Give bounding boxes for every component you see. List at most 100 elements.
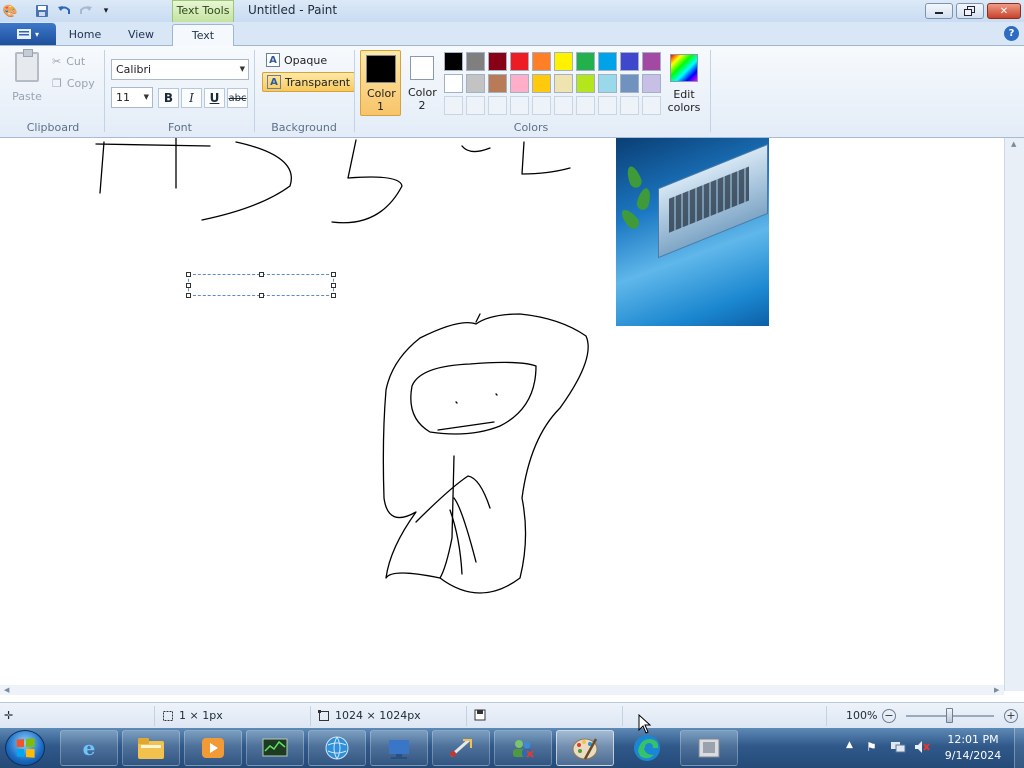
resize-handle[interactable] xyxy=(259,293,264,298)
media-player-taskbar-button[interactable] xyxy=(184,730,242,766)
start-button[interactable] xyxy=(5,730,45,766)
tab-view[interactable]: View xyxy=(116,24,166,46)
palette-swatch[interactable] xyxy=(598,52,617,71)
palette-swatch[interactable] xyxy=(532,52,551,71)
horizontal-scrollbar[interactable]: ◀ ▶ xyxy=(0,685,1004,695)
palette-swatch[interactable] xyxy=(620,96,639,115)
paint-taskbar-button[interactable] xyxy=(556,730,614,766)
palette-swatch[interactable] xyxy=(466,96,485,115)
action-center-flag-icon[interactable]: ⚑ xyxy=(866,740,877,754)
palette-swatch[interactable] xyxy=(598,96,617,115)
palette-swatch[interactable] xyxy=(466,52,485,71)
resize-handle[interactable] xyxy=(331,293,336,298)
undo-icon[interactable] xyxy=(56,3,72,19)
palette-swatch[interactable] xyxy=(532,74,551,93)
resize-handle[interactable] xyxy=(186,272,191,277)
laptop-photo[interactable] xyxy=(616,138,769,326)
underline-button[interactable]: U xyxy=(204,88,225,108)
snipping-tool-icon xyxy=(450,738,472,758)
palette-swatch[interactable] xyxy=(642,52,661,71)
palette-swatch[interactable] xyxy=(510,52,529,71)
app-window-taskbar-button[interactable] xyxy=(680,730,738,766)
customize-qat-icon[interactable]: ▾ xyxy=(98,3,114,19)
paste-button[interactable]: Paste xyxy=(8,49,46,104)
palette-swatch[interactable] xyxy=(554,74,573,93)
internet-explorer-taskbar-button[interactable]: e xyxy=(60,730,118,766)
status-divider xyxy=(622,706,623,726)
palette-swatch[interactable] xyxy=(576,52,595,71)
scroll-left-icon[interactable]: ◀ xyxy=(4,686,9,694)
task-manager-taskbar-button[interactable] xyxy=(246,730,304,766)
opaque-button[interactable]: A Opaque xyxy=(262,50,331,70)
font-family-select[interactable]: Calibri ▼ xyxy=(111,59,249,80)
palette-swatch[interactable] xyxy=(488,74,507,93)
restore-button[interactable] xyxy=(956,3,984,19)
palette-swatch[interactable] xyxy=(642,96,661,115)
palette-swatch[interactable] xyxy=(444,52,463,71)
palette-swatch[interactable] xyxy=(510,96,529,115)
edge-taskbar-button[interactable] xyxy=(618,730,676,766)
network-folder-taskbar-button[interactable] xyxy=(370,730,428,766)
close-button[interactable]: ✕ xyxy=(987,3,1021,19)
show-desktop-button[interactable] xyxy=(1014,728,1024,768)
copy-button[interactable]: ❐ Copy xyxy=(52,73,95,93)
snipping-tool-taskbar-button[interactable] xyxy=(432,730,490,766)
volume-muted-icon[interactable] xyxy=(914,740,930,757)
zoom-slider-thumb[interactable] xyxy=(946,708,953,723)
scroll-right-icon[interactable]: ▶ xyxy=(994,686,999,694)
text-input-box[interactable] xyxy=(186,272,336,298)
paint-app-icon[interactable]: 🎨 xyxy=(2,3,18,19)
help-icon[interactable]: ? xyxy=(1004,26,1019,41)
transparent-button[interactable]: A Transparent xyxy=(262,72,356,92)
zoom-out-button[interactable]: − xyxy=(882,709,896,723)
scroll-up-icon[interactable]: ▲ xyxy=(1011,140,1016,148)
palette-swatch[interactable] xyxy=(576,96,595,115)
italic-button[interactable]: I xyxy=(181,88,202,108)
palette-swatch[interactable] xyxy=(554,96,573,115)
file-explorer-taskbar-button[interactable] xyxy=(122,730,180,766)
vertical-scrollbar[interactable]: ▲ xyxy=(1004,138,1024,691)
strikethrough-button[interactable]: abc xyxy=(227,88,248,108)
font-size-select[interactable]: 11 ▼ xyxy=(111,87,153,108)
paint-menu-button[interactable]: ▾ xyxy=(0,23,56,45)
palette-swatch[interactable] xyxy=(598,74,617,93)
user-accounts-taskbar-button[interactable] xyxy=(494,730,552,766)
palette-swatch[interactable] xyxy=(620,52,639,71)
palette-swatch[interactable] xyxy=(444,96,463,115)
resize-handle[interactable] xyxy=(331,272,336,277)
system-clock[interactable]: 12:01 PM 9/14/2024 xyxy=(936,732,1010,764)
resize-handle[interactable] xyxy=(186,293,191,298)
palette-swatch[interactable] xyxy=(488,96,507,115)
save-icon[interactable] xyxy=(34,3,50,19)
edge-browser-icon xyxy=(634,735,660,761)
palette-swatch[interactable] xyxy=(488,52,507,71)
transparent-label: Transparent xyxy=(285,75,351,89)
redo-icon[interactable] xyxy=(78,3,94,19)
tab-home[interactable]: Home xyxy=(60,24,110,46)
resize-handle[interactable] xyxy=(186,283,191,288)
palette-swatch[interactable] xyxy=(620,74,639,93)
cut-button[interactable]: ✂ Cut xyxy=(52,51,85,71)
minimize-button[interactable] xyxy=(925,3,953,19)
resize-handle[interactable] xyxy=(331,283,336,288)
color1-button[interactable]: Color 1 xyxy=(360,50,401,116)
taskbar: e ▲ ⚑ 12:01 PM 9/14/2024 xyxy=(0,728,1024,768)
tab-text[interactable]: Text xyxy=(172,24,234,47)
palette-swatch[interactable] xyxy=(444,74,463,93)
group-divider xyxy=(710,50,711,132)
palette-swatch[interactable] xyxy=(554,52,573,71)
network-taskbar-button[interactable] xyxy=(308,730,366,766)
resize-handle[interactable] xyxy=(259,272,264,277)
drawing-canvas[interactable]: ▲ ◀ ▶ xyxy=(0,138,1024,702)
palette-swatch[interactable] xyxy=(532,96,551,115)
bold-button[interactable]: B xyxy=(158,88,179,108)
palette-swatch[interactable] xyxy=(642,74,661,93)
edit-colors-button[interactable]: Edit colors xyxy=(666,52,702,116)
palette-swatch[interactable] xyxy=(576,74,595,93)
palette-swatch[interactable] xyxy=(510,74,529,93)
color2-button[interactable]: Color 2 xyxy=(404,50,440,116)
network-status-icon[interactable] xyxy=(890,740,906,757)
palette-swatch[interactable] xyxy=(466,74,485,93)
zoom-in-button[interactable]: + xyxy=(1004,709,1018,723)
show-hidden-icons[interactable]: ▲ xyxy=(846,740,853,750)
